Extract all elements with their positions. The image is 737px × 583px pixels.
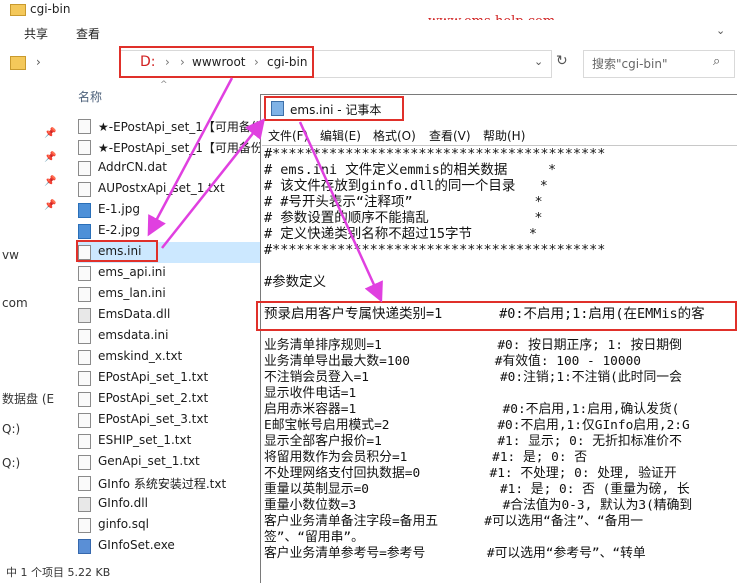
arrow-to-notepad — [161, 118, 266, 249]
arrow-to-setting — [298, 121, 383, 303]
annotation-arrows — [147, 77, 383, 303]
arrow-to-file — [147, 77, 234, 237]
